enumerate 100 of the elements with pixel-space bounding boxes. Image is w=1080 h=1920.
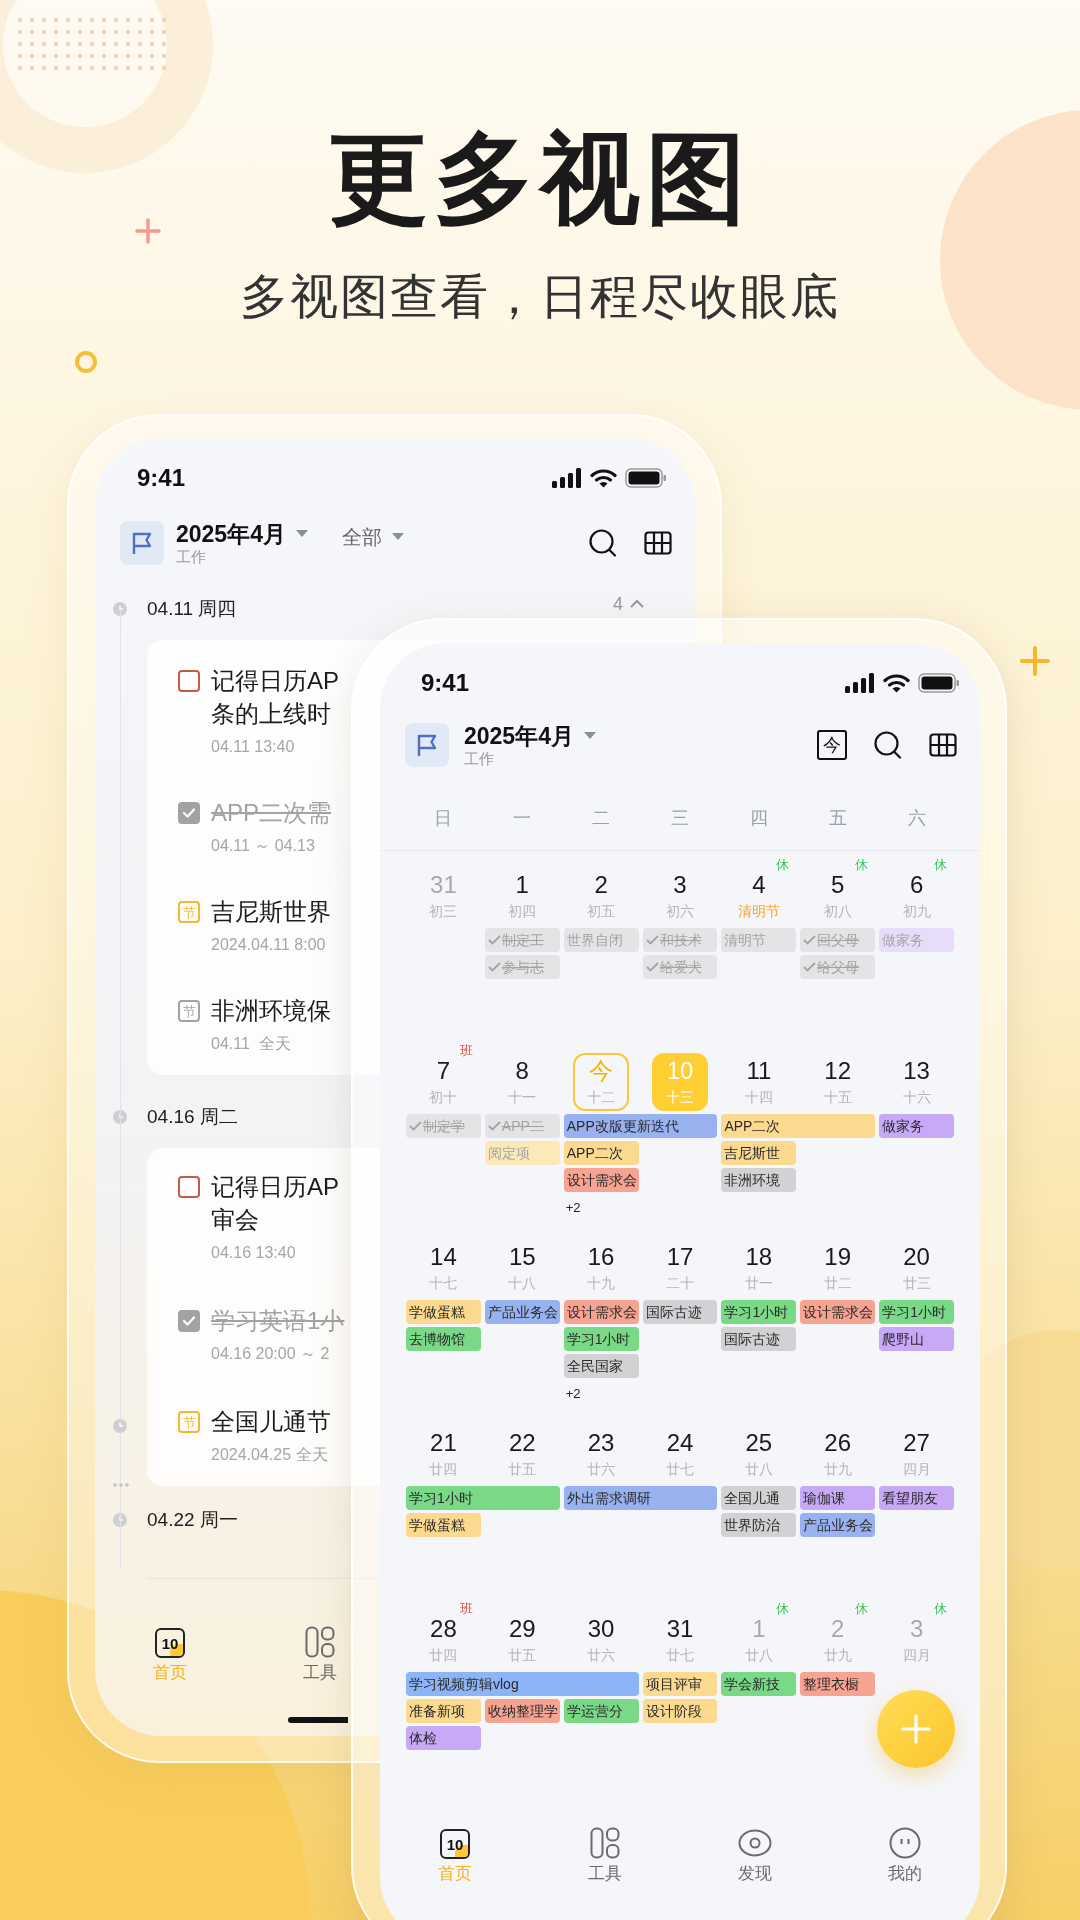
task-title: APP二次需 (211, 798, 332, 828)
event-chip[interactable]: 学习1小时 (563, 1327, 639, 1351)
event-chip[interactable]: 学做蛋糕 (406, 1513, 481, 1537)
event-chip[interactable]: 体检 (406, 1726, 481, 1750)
weekday-label: 日 (433, 807, 454, 830)
checkbox[interactable] (178, 1310, 200, 1332)
more-events-link[interactable]: +2 (561, 1196, 641, 1219)
event-chip[interactable]: 全国儿通 (721, 1486, 797, 1510)
event-chip[interactable]: 外出需求调研 (563, 1486, 718, 1510)
checkbox[interactable] (178, 802, 200, 824)
nav-tab[interactable]: 工具 (303, 1626, 337, 1685)
search-icon[interactable] (873, 730, 903, 760)
grid-view-icon[interactable] (644, 531, 672, 555)
event-chip[interactable]: 做家务 (879, 1114, 954, 1138)
eye-icon (738, 1829, 772, 1857)
wifi-icon (590, 468, 617, 488)
event-chip[interactable]: 国际古迹 (721, 1327, 797, 1351)
caret-icon (583, 732, 596, 740)
event-chip[interactable]: 学运营分 (563, 1699, 639, 1723)
day-cell[interactable]: 11 十四 (730, 1053, 787, 1111)
event-chip[interactable]: 去博物馆 (406, 1327, 481, 1351)
checkbox[interactable] (178, 1176, 200, 1198)
clock-icon (113, 1110, 127, 1124)
event-chip[interactable]: 爬野山 (879, 1327, 954, 1351)
day-cell[interactable]: 27 四月 (888, 1425, 945, 1483)
grid-view-icon[interactable] (929, 733, 957, 757)
day-cell[interactable]: 14 十七 (415, 1239, 472, 1297)
day-cell[interactable]: 30 廿六 (573, 1611, 630, 1669)
flag-icon[interactable] (405, 723, 449, 767)
holiday-label: 休 (933, 857, 947, 873)
flag-icon[interactable] (120, 521, 164, 565)
day-cell[interactable]: 8 十一 (494, 1053, 551, 1111)
check-icon (487, 935, 501, 945)
day-cell[interactable]: 3 初六 (652, 867, 708, 925)
more-events-link[interactable]: +2 (561, 1382, 641, 1405)
day-cell[interactable]: 15 十八 (494, 1239, 551, 1297)
checkbox[interactable] (178, 670, 200, 692)
today-button[interactable]: 今 (817, 730, 847, 760)
day-cell[interactable]: 18 廿一 (730, 1239, 787, 1297)
task-time: 04.11 ～ 04.13 (211, 836, 316, 856)
event-chip[interactable]: 瑜伽课 (800, 1486, 876, 1510)
event-chip[interactable]: 整理衣橱 (800, 1672, 876, 1696)
event-chip[interactable]: 学会新技 (721, 1672, 797, 1696)
weekday-label: 三 (670, 807, 690, 830)
event-chip[interactable]: APP二次 (563, 1141, 639, 1165)
day-cell[interactable]: 26 廿九 (809, 1425, 866, 1483)
event-chip[interactable]: 设计需求会 (563, 1300, 639, 1324)
event-chip[interactable]: 设计需求会 (800, 1300, 876, 1324)
event-chip[interactable]: 国际古迹 (642, 1300, 718, 1324)
task-time: 2024.04.11 8:00 (211, 935, 327, 955)
event-chip[interactable]: 学习视频剪辑vlog (406, 1672, 639, 1696)
day-cell[interactable]: 16 十九 (573, 1239, 630, 1297)
day-cell[interactable]: 2 初五 (573, 867, 630, 925)
event-chip[interactable]: 看望朋友 (879, 1486, 954, 1510)
date-heading: 04.16 周二 (147, 1104, 238, 1129)
nav-tab[interactable]: 我的 (888, 1827, 922, 1886)
search-icon[interactable] (588, 528, 618, 558)
holiday-icon: 节 (178, 1411, 200, 1433)
event-chip[interactable]: 学习1小时 (879, 1300, 954, 1324)
day-cell[interactable]: 1 初四 (494, 867, 551, 925)
event-chip[interactable]: 世界防治 (721, 1513, 797, 1537)
event-chip[interactable]: APP改版更新迭代 (563, 1114, 718, 1138)
nav-tab[interactable]: 工具 (588, 1827, 622, 1886)
day-cell[interactable]: 13 十六 (888, 1053, 945, 1111)
event-chip[interactable]: 收纳整理学 (484, 1699, 560, 1723)
filter-dropdown[interactable]: 全部 (341, 522, 382, 552)
event-chip[interactable]: 学习1小时 (721, 1300, 797, 1324)
day-cell[interactable]: 22 廿五 (494, 1425, 551, 1483)
task-time: 04.11 13:40 (211, 737, 296, 757)
day-cell[interactable]: 25 廿八 (730, 1425, 787, 1483)
event-chip[interactable]: 学习1小时 (406, 1486, 560, 1510)
event-chip[interactable]: 全民国家 (563, 1354, 639, 1378)
event-chip[interactable]: 准备新项 (406, 1699, 481, 1723)
signal-icon (845, 673, 875, 693)
weekday-label: 一 (512, 807, 533, 830)
event-chip[interactable]: 产品业务会 (800, 1513, 876, 1537)
month-title[interactable]: 2025年4月 (176, 520, 286, 548)
day-cell[interactable]: 24 廿七 (652, 1425, 708, 1483)
event-chip[interactable]: 学做蛋糕 (406, 1300, 481, 1324)
month-title[interactable]: 2025年4月 (464, 722, 574, 750)
nav-tab[interactable]: 10 首页 (438, 1827, 472, 1886)
event-chip[interactable]: APP二次 (721, 1114, 876, 1138)
day-cell[interactable]: 23 廿六 (573, 1425, 630, 1483)
wifi-icon (883, 673, 910, 693)
day-cell[interactable]: 21 廿四 (415, 1425, 472, 1483)
holiday-label: 休 (854, 857, 868, 873)
home-indicator (288, 1717, 348, 1723)
event-chip[interactable]: 设计阶段 (642, 1699, 718, 1723)
event-chip[interactable]: 非洲环境 (721, 1168, 797, 1192)
nav-tab[interactable]: 发现 (738, 1827, 772, 1886)
event-chip[interactable]: 吉尼斯世 (721, 1141, 797, 1165)
day-cell[interactable]: 29 廿五 (494, 1611, 551, 1669)
day-cell[interactable]: 12 十五 (809, 1053, 866, 1111)
event-chip[interactable]: 项目评审 (642, 1672, 718, 1696)
event-chip[interactable]: 产品业务会 (484, 1300, 560, 1324)
event-chip[interactable]: 设计需求会 (563, 1168, 639, 1192)
clock-icon (113, 1513, 127, 1527)
day-cell[interactable]: 31 廿七 (652, 1611, 708, 1669)
chevron-up-icon[interactable] (629, 599, 645, 609)
nav-tab[interactable]: 10 首页 (153, 1626, 187, 1685)
